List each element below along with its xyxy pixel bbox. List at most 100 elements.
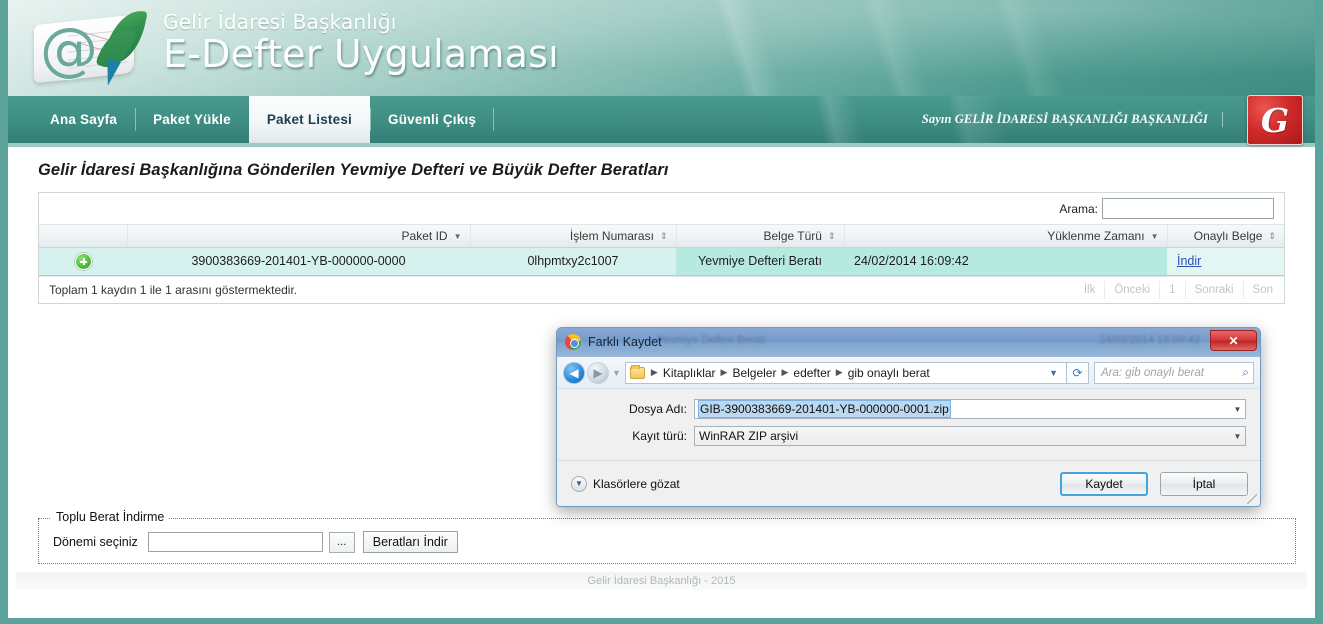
pagination-previous[interactable]: Önceki <box>1104 280 1159 299</box>
chevron-down-circle-icon: ▼ <box>571 475 587 492</box>
column-header-expand[interactable] <box>39 225 128 248</box>
ghost-text-left: Yevmiye Defteri Beratı <box>657 334 767 346</box>
chevron-down-icon[interactable]: ▼ <box>1230 427 1245 445</box>
period-browse-button[interactable]: ... <box>328 531 355 553</box>
row-expand-cell[interactable] <box>39 247 127 276</box>
nav-tab-paket-listesi[interactable]: Paket Listesi <box>248 96 370 143</box>
column-label: Paket ID <box>401 228 448 243</box>
column-label: Yüklenme Zamanı <box>1047 228 1145 243</box>
browse-folders-toggle[interactable]: ▼ Klasörlere gözat <box>571 475 680 492</box>
column-label: İşlem Numarası <box>569 228 654 243</box>
column-label: Belge Türü <box>763 228 822 243</box>
pagination-first[interactable]: İlk <box>1075 281 1105 299</box>
column-header-paket-id[interactable]: Paket ID ▼ <box>127 225 471 248</box>
search-label: Arama: <box>1059 201 1098 216</box>
column-header-onayli-belge[interactable]: Onaylı Belge ⇕ <box>1167 225 1284 248</box>
dialog-footer: ▼ Klasörlere gözat Kaydet İptal <box>557 460 1260 506</box>
nav-tab-guvenli-cikis[interactable]: Güvenli Çıkış <box>370 96 495 143</box>
breadcrumb-item-belgeler[interactable]: Belgeler <box>730 366 778 380</box>
dialog-search-placeholder: Ara: gib onaylı berat <box>1101 366 1204 379</box>
save-button[interactable]: Kaydet <box>1060 471 1148 496</box>
table-footer: Toplam 1 kaydın 1 ile 1 arasını gösterme… <box>39 275 1284 303</box>
breadcrumb-item-gib-onayli-berat[interactable]: gib onaylı berat <box>846 366 932 380</box>
quill-icon <box>95 5 152 88</box>
brand-line-1: Gelir İdaresi Başkanlığı <box>163 10 397 34</box>
breadcrumb-separator: ▶ <box>835 367 843 377</box>
cancel-button-label: İptal <box>1192 476 1216 491</box>
filetype-value: WinRAR ZIP arşivi <box>699 429 799 443</box>
breadcrumb-separator: ▶ <box>650 367 658 377</box>
search-input[interactable] <box>1102 198 1274 219</box>
brand-block: Gelir İdaresi Başkanlığı E-Defter Uygula… <box>163 10 559 76</box>
edefter-logo-icon: @ <box>26 5 162 90</box>
download-berats-button[interactable]: Beratları İndir <box>362 531 458 553</box>
cell-paket-id: 3900383669-201401-YB-000000-0000 <box>127 247 470 276</box>
cell-islem-numarasi: 0lhpmtxy2c1007 <box>470 247 676 276</box>
table-header-row: Paket ID ▼ İşlem Numarası ⇕ Belge Türü ⇕ Yü… <box>39 225 1284 248</box>
filename-row: Dosya Adı: GIB-3900383669-201401-YB-0000… <box>571 399 1246 419</box>
breadcrumb-item-kitapliklar[interactable]: Kitaplıklar <box>661 366 718 380</box>
pagination-last[interactable]: Son <box>1242 280 1282 299</box>
forward-arrow-icon[interactable]: ▶ <box>587 361 609 384</box>
dialog-search-input[interactable]: Ara: gib onaylı berat ⌕ <box>1094 361 1254 384</box>
breadcrumb-separator: ▶ <box>720 367 728 377</box>
close-icon[interactable]: ✕ <box>1210 330 1257 351</box>
sort-both-icon: ⇕ <box>1268 230 1276 241</box>
sort-desc-icon: ▼ <box>1150 231 1159 241</box>
nav-tab-label: Paket Listesi <box>266 112 352 127</box>
table-row[interactable]: 3900383669-201401-YB-000000-0000 0lhpmtx… <box>39 247 1284 276</box>
column-header-belge-turu[interactable]: Belge Türü ⇕ <box>676 225 845 248</box>
close-glyph: ✕ <box>1228 333 1239 348</box>
save-button-label: Kaydet <box>1085 476 1123 491</box>
filename-value[interactable]: GIB-3900383669-201401-YB-000000-0001.zip <box>698 400 951 418</box>
cancel-button[interactable]: İptal <box>1160 471 1248 496</box>
back-arrow-icon[interactable]: ◀ <box>563 361 585 384</box>
at-symbol-icon: @ <box>40 15 98 83</box>
gib-logo-letter: G <box>1260 100 1290 140</box>
dialog-title-bar[interactable]: Yevmiye Defteri Beratı 24/02/2014 16:09:… <box>557 328 1260 357</box>
plus-circle-icon[interactable] <box>74 252 92 270</box>
site-masthead: @ Gelir İdaresi Başkanlığı E-Defter Uygu… <box>8 0 1315 96</box>
breadcrumb-item-edefter[interactable]: edefter <box>791 366 832 380</box>
nav-tab-ana-sayfa[interactable]: Ana Sayfa <box>32 96 135 143</box>
pagination-page-1[interactable]: 1 <box>1159 280 1184 299</box>
breadcrumb-separator: ▶ <box>781 367 789 377</box>
download-link[interactable]: İndir <box>1177 254 1201 268</box>
pagination-next[interactable]: Sonraki <box>1184 280 1243 299</box>
nav-tab-paket-yukle[interactable]: Paket Yükle <box>135 96 249 143</box>
resize-grip-icon[interactable] <box>1247 494 1257 504</box>
table-search-row: Arama: <box>39 193 1284 225</box>
page-content: Gelir İdaresi Başkanlığına Gönderilen Ye… <box>8 161 1315 304</box>
packages-table-panel: Arama: Paket ID ▼ İşlem Numarası ⇕ Belge… <box>38 192 1285 304</box>
save-as-dialog: Yevmiye Defteri Beratı 24/02/2014 16:09:… <box>556 327 1261 507</box>
filename-combobox[interactable]: GIB-3900383669-201401-YB-000000-0001.zip… <box>694 399 1246 419</box>
sort-desc-icon: ▼ <box>453 231 462 241</box>
application-page: @ Gelir İdaresi Başkanlığı E-Defter Uygu… <box>0 0 1323 624</box>
dialog-button-group: Kaydet İptal <box>1060 471 1248 496</box>
user-greeting: Sayın GELİR İDARESİ BAŞKANLIĞI BAŞKANLIĞ… <box>922 112 1223 127</box>
sort-both-icon: ⇕ <box>827 230 836 241</box>
chevron-down-icon[interactable]: ▼ <box>1230 400 1245 418</box>
sort-both-icon: ⇕ <box>659 230 668 241</box>
folder-icon <box>629 364 645 379</box>
column-header-yuklenme-zamani[interactable]: Yüklenme Zamanı ▼ <box>844 225 1168 248</box>
period-input[interactable] <box>147 532 323 552</box>
bulk-download-legend: Toplu Berat İndirme <box>51 510 170 524</box>
breadcrumb[interactable]: ▶ Kitaplıklar ▶ Belgeler ▶ edefter ▶ gib… <box>624 361 1067 384</box>
user-bar: Sayın GELİR İDARESİ BAŞKANLIĞI BAŞKANLIĞ… <box>494 95 1315 145</box>
column-label: Onaylı Belge <box>1193 228 1263 243</box>
gib-logo-icon[interactable]: G <box>1247 95 1303 145</box>
recent-locations-chevron-down-icon[interactable]: ▼ <box>612 368 621 378</box>
cell-onayli-belge[interactable]: İndir <box>1167 247 1284 276</box>
filetype-combobox[interactable]: WinRAR ZIP arşivi ▼ <box>694 426 1246 446</box>
record-count-info: Toplam 1 kaydın 1 ile 1 arasını gösterme… <box>49 282 298 297</box>
packages-table: Paket ID ▼ İşlem Numarası ⇕ Belge Türü ⇕ Yü… <box>39 225 1284 276</box>
column-header-islem-numarasi[interactable]: İşlem Numarası ⇕ <box>470 225 677 248</box>
breadcrumb-chevron-down-icon[interactable]: ▼ <box>1043 368 1064 378</box>
brand-line-2: E-Defter Uygulaması <box>163 32 559 76</box>
chrome-icon <box>565 334 581 350</box>
period-label: Dönemi seçiniz <box>53 535 138 549</box>
footer-text: Gelir İdaresi Başkanlığı - 2015 <box>587 575 736 587</box>
nav-tab-label: Paket Yükle <box>153 112 231 127</box>
refresh-icon[interactable]: ⟳ <box>1067 361 1089 384</box>
